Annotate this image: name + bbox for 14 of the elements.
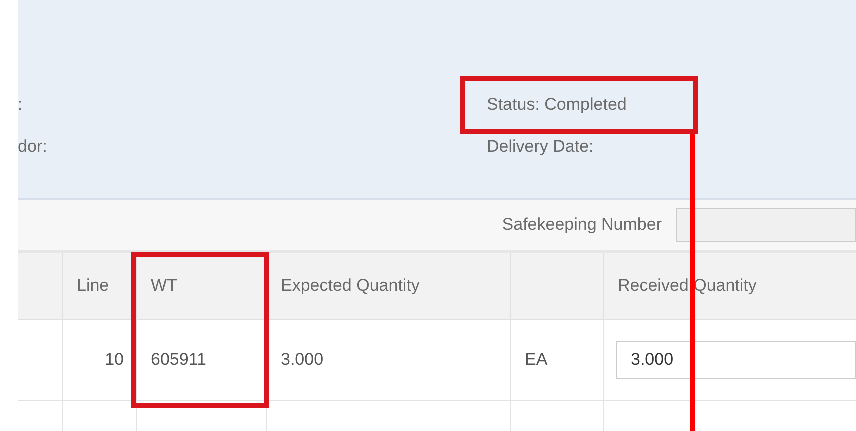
table-cell: EA bbox=[510, 320, 603, 400]
input-field[interactable]: 3.000 bbox=[616, 341, 856, 379]
input-field[interactable] bbox=[676, 208, 856, 242]
field-label: dor: bbox=[18, 137, 48, 157]
column-header: Line bbox=[62, 253, 136, 319]
field-label: : bbox=[18, 95, 24, 115]
table-cell: 605911 bbox=[136, 320, 266, 400]
field-label: Status: Completed bbox=[487, 95, 627, 115]
table-cell: 10 bbox=[62, 320, 136, 400]
column-header: Expected Quantity bbox=[266, 253, 510, 319]
table-cell: 3.000 bbox=[266, 320, 510, 400]
field-label: Delivery Date: bbox=[487, 137, 595, 157]
field-label: Safekeeping Number bbox=[502, 215, 662, 235]
column-header: WT bbox=[136, 253, 266, 319]
